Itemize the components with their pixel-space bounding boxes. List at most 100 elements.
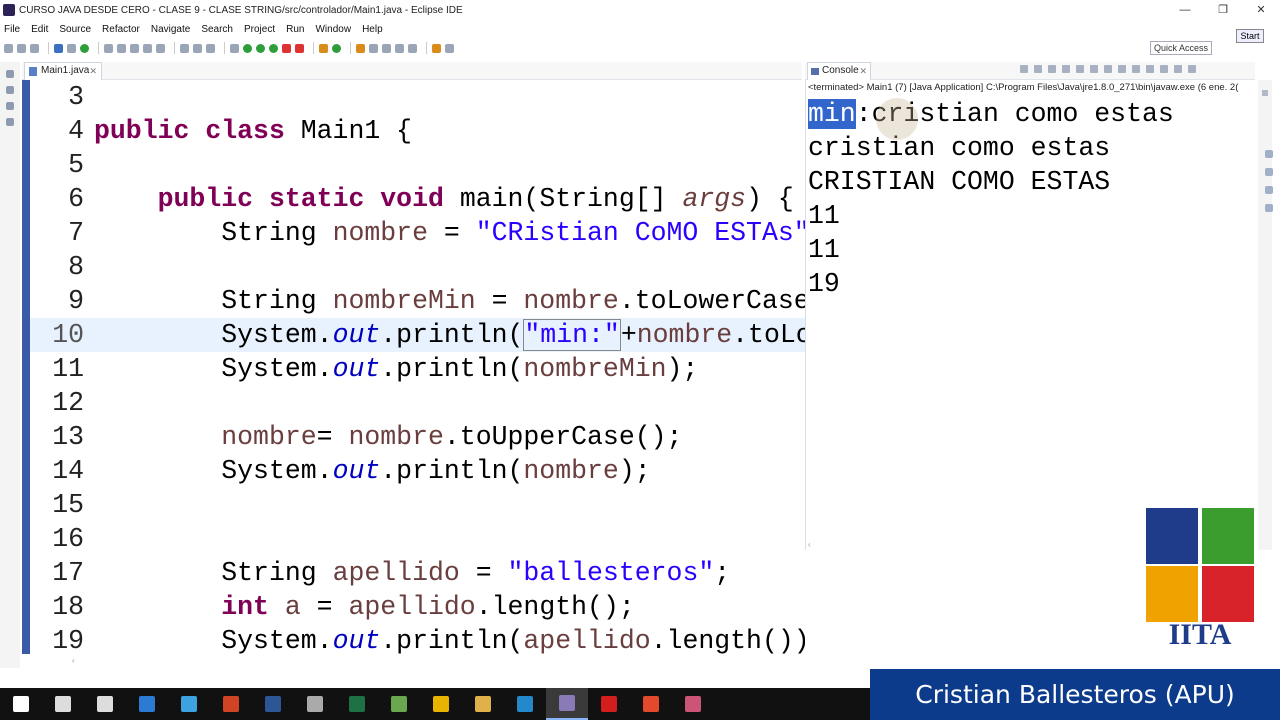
coverage-icon[interactable] [256, 43, 265, 53]
minimize-button[interactable]: — [1166, 0, 1204, 20]
minimize-view-icon[interactable] [1174, 65, 1182, 73]
trim-icon-1[interactable] [1265, 150, 1273, 158]
pen-icon[interactable] [382, 43, 391, 53]
word-wrap-icon[interactable] [1090, 65, 1098, 73]
scroll-lock-icon[interactable] [1076, 65, 1084, 73]
maximize-view-icon[interactable] [1188, 65, 1196, 73]
taskbar-item[interactable] [504, 688, 546, 720]
clear-console-icon[interactable] [1062, 65, 1070, 73]
save-all-icon[interactable] [30, 43, 39, 53]
show-on-output-icon[interactable] [1104, 65, 1112, 73]
close-tab-icon[interactable]: ✕ [89, 63, 97, 79]
run-icon[interactable] [243, 43, 252, 53]
code-text: System. [221, 320, 333, 350]
step-over-icon[interactable] [117, 43, 126, 53]
maximize-button[interactable]: ❐ [1204, 0, 1242, 20]
code-editor[interactable]: 3 4 public class Main1 { 5 6 public stati… [22, 80, 805, 654]
console-tab[interactable]: Console ✕ [807, 62, 871, 80]
taskbar-item[interactable] [84, 688, 126, 720]
debug-icon[interactable] [80, 43, 89, 53]
back-icon[interactable] [432, 43, 441, 53]
word-icon [265, 696, 281, 712]
console-icon [811, 68, 819, 75]
menu-search[interactable]: Search [201, 24, 233, 35]
menu-source[interactable]: Source [59, 24, 91, 35]
menu-help[interactable]: Help [362, 24, 383, 35]
forward-icon[interactable] [445, 43, 454, 53]
taskbar-item[interactable] [294, 688, 336, 720]
external-tools-icon[interactable] [269, 43, 278, 53]
editor-horizontal-scrollbar[interactable]: ‹ [72, 656, 802, 665]
taskbar-item[interactable] [546, 688, 588, 720]
powerpoint-icon [223, 696, 239, 712]
taskbar-item[interactable] [168, 688, 210, 720]
restore-icon[interactable] [6, 70, 14, 78]
new-package-icon[interactable] [319, 43, 328, 53]
search-toolbar-icon[interactable] [369, 43, 378, 53]
use-step-filters-icon[interactable] [156, 43, 165, 53]
close-console-icon[interactable]: ✕ [859, 63, 867, 79]
trim-icon-2[interactable] [1265, 168, 1273, 176]
skip-breakpoints-icon[interactable] [67, 43, 76, 53]
view-menu-icon[interactable] [1160, 65, 1168, 73]
remove-launch-icon[interactable] [1034, 65, 1042, 73]
taskbar-item[interactable] [462, 688, 504, 720]
taskbar-item[interactable] [210, 688, 252, 720]
taskbar-item[interactable] [420, 688, 462, 720]
trim-icon-4[interactable] [1265, 204, 1273, 212]
new-class-icon[interactable] [332, 43, 341, 53]
task-list-icon[interactable] [6, 118, 14, 126]
taskbar-item[interactable] [126, 688, 168, 720]
menu-project[interactable]: Project [244, 24, 275, 35]
menu-edit[interactable]: Edit [31, 24, 48, 35]
line-number: 14 [52, 456, 84, 486]
taskbar-item[interactable] [378, 688, 420, 720]
scroll-up-icon[interactable] [1262, 90, 1268, 96]
debug-config-icon[interactable] [230, 43, 239, 53]
taskbar-item[interactable] [0, 688, 42, 720]
new-java-project-icon[interactable] [295, 43, 304, 53]
drop-frame-icon[interactable] [143, 43, 152, 53]
menu-file[interactable]: File [4, 24, 20, 35]
taskbar-item[interactable] [630, 688, 672, 720]
taskbar-item[interactable] [588, 688, 630, 720]
start-button[interactable]: Start [1236, 29, 1264, 43]
menu-navigate[interactable]: Navigate [151, 24, 190, 35]
close-button[interactable]: ✕ [1242, 0, 1280, 20]
taskbar-item[interactable] [252, 688, 294, 720]
taskbar-item[interactable] [336, 688, 378, 720]
console-output-line: CRISTIAN COMO ESTAS [808, 167, 1111, 197]
taskbar-item[interactable] [672, 688, 714, 720]
outline-icon[interactable] [6, 102, 14, 110]
display-console-icon[interactable] [1132, 65, 1140, 73]
editor-tab-main1[interactable]: Main1.java ✕ [24, 62, 102, 80]
scroll-left-icon[interactable]: ‹ [72, 656, 78, 665]
toggle-mark-icon[interactable] [193, 43, 202, 53]
line-number: 5 [68, 150, 84, 180]
string-literal: "min:" [523, 319, 621, 351]
taskbar-item[interactable] [42, 688, 84, 720]
package-explorer-icon[interactable] [6, 86, 14, 94]
show-whitespace-icon[interactable] [206, 43, 215, 53]
open-type-icon[interactable] [54, 43, 63, 53]
open-folder-icon[interactable] [356, 43, 365, 53]
terminate-icon[interactable] [1020, 65, 1028, 73]
previous-annotation-icon[interactable] [408, 43, 417, 53]
open-console-icon[interactable] [1146, 65, 1154, 73]
trim-icon-3[interactable] [1265, 186, 1273, 194]
step-icon[interactable] [104, 43, 113, 53]
stop-icon[interactable] [282, 43, 291, 53]
string-literal: "CRistian CoMO ESTAs" [475, 218, 805, 248]
menu-window[interactable]: Window [315, 24, 351, 35]
quick-access-field[interactable]: Quick Access [1150, 41, 1212, 55]
pin-console-icon[interactable] [1118, 65, 1126, 73]
menu-refactor[interactable]: Refactor [102, 24, 140, 35]
step-return-icon[interactable] [130, 43, 139, 53]
remove-all-icon[interactable] [1048, 65, 1056, 73]
save-icon[interactable] [17, 43, 26, 53]
toggle-breakpoint-icon[interactable] [180, 43, 189, 53]
console-horizontal-scrollbar[interactable]: ‹ [808, 540, 1138, 549]
menu-run[interactable]: Run [286, 24, 304, 35]
new-icon[interactable] [4, 43, 13, 53]
next-annotation-icon[interactable] [395, 43, 404, 53]
